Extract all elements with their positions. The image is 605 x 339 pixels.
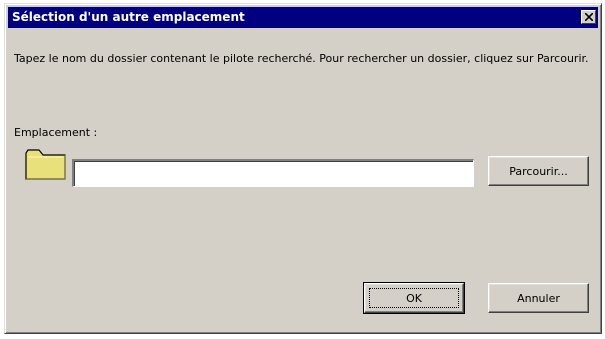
cancel-button[interactable]: Annuler [488,283,589,313]
cancel-button-label: Annuler [517,291,560,305]
close-icon [585,13,593,21]
title-bar[interactable]: Sélection d'un autre emplacement [8,7,598,28]
location-input[interactable] [72,159,474,187]
dialog-title: Sélection d'un autre emplacement [12,10,245,24]
ok-button[interactable]: OK [363,282,465,314]
close-button[interactable] [581,10,596,24]
folder-icon [25,149,66,180]
location-label: Emplacement : [14,126,98,139]
browse-button-label: Parcourir... [509,164,568,178]
browse-button[interactable]: Parcourir... [488,156,589,186]
ok-button-label: OK [406,291,422,305]
instructions-text: Tapez le nom du dossier contenant le pil… [14,52,589,65]
